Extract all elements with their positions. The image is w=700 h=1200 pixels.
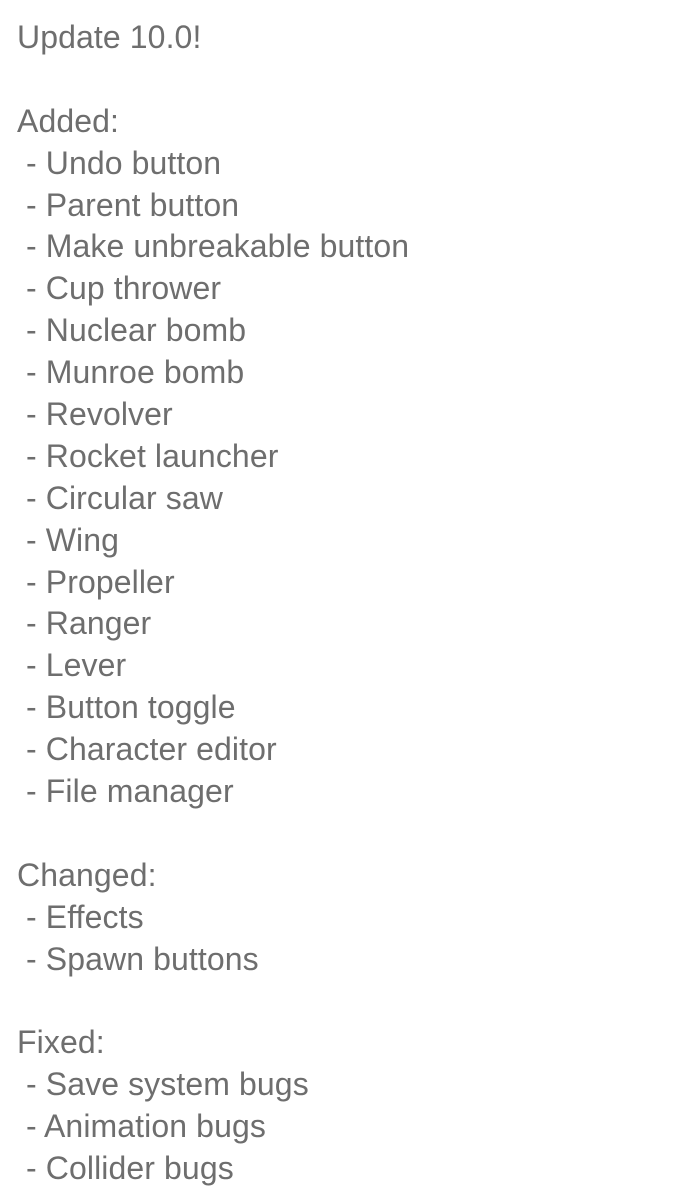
added-item: Character editor: [17, 729, 409, 771]
fixed-heading: Fixed:: [17, 1024, 105, 1061]
added-item: File manager: [17, 771, 409, 813]
added-item: Nuclear bomb: [17, 310, 409, 352]
update-title: Update 10.0!: [17, 19, 202, 55]
changelog-note: Update 10.0! Added: Undo button Parent b…: [17, 17, 409, 1190]
added-item: Revolver: [17, 394, 409, 436]
added-heading: Added:: [17, 102, 120, 139]
changed-heading: Changed:: [17, 856, 157, 893]
added-item: Cup thrower: [17, 268, 409, 310]
added-item: Make unbreakable button: [17, 226, 409, 268]
added-item: Lever: [17, 645, 409, 687]
changed-item: Spawn buttons: [17, 939, 409, 981]
added-item: Circular saw: [17, 478, 409, 520]
changed-item: Effects: [17, 897, 409, 939]
added-item: Button toggle: [17, 687, 409, 729]
added-item: Rocket launcher: [17, 436, 409, 478]
added-item: Munroe bomb: [17, 352, 409, 394]
added-item: Undo button: [17, 143, 409, 185]
fixed-item: Save system bugs: [17, 1064, 409, 1106]
added-item: Parent button: [17, 185, 409, 227]
fixed-item: Collider bugs: [17, 1148, 409, 1190]
added-item: Wing: [17, 520, 409, 562]
added-item: Propeller: [17, 562, 409, 604]
added-item: Ranger: [17, 603, 409, 645]
fixed-item: Animation bugs: [17, 1106, 409, 1148]
